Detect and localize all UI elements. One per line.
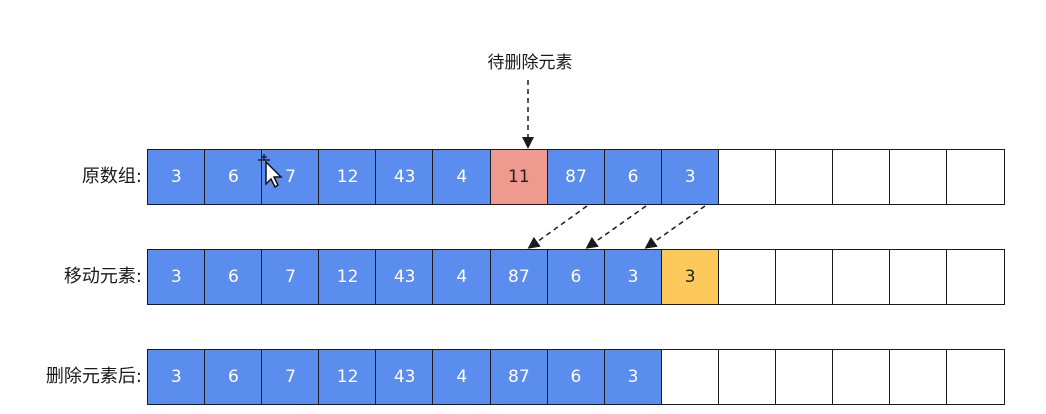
shift-arrow-3 bbox=[644, 205, 706, 249]
array-cell: 7 bbox=[261, 249, 320, 305]
array-cell: 43 bbox=[375, 249, 434, 305]
array-moved: 3 6 7 12 43 4 87 6 3 3 bbox=[147, 249, 1005, 305]
array-cell: 6 bbox=[204, 349, 263, 405]
array-cell: 3 bbox=[147, 249, 206, 305]
array-cell: 12 bbox=[318, 349, 377, 405]
array-cell bbox=[889, 149, 948, 205]
array-deletion-diagram: 待删除元素 原数组: 3 6 7 12 43 4 11 87 6 3 移动元素: 3 6 7 12 43 4… bbox=[0, 0, 1046, 414]
array-cell bbox=[832, 149, 891, 205]
array-cell: 12 bbox=[318, 149, 377, 205]
array-cell bbox=[889, 349, 948, 405]
array-cell: 11 bbox=[489, 149, 549, 205]
array-cell: 6 bbox=[546, 349, 606, 405]
array-cell: 87 bbox=[546, 149, 606, 205]
array-cell: 43 bbox=[375, 149, 434, 205]
array-cell: 43 bbox=[375, 349, 434, 405]
array-cell: 87 bbox=[489, 349, 549, 405]
array-cell bbox=[775, 249, 834, 305]
array-cell: 3 bbox=[660, 149, 720, 205]
row-label-move: 移动元素: bbox=[63, 266, 142, 287]
array-cell: 4 bbox=[432, 249, 492, 305]
array-cell bbox=[832, 349, 891, 405]
shift-arrow-87 bbox=[527, 205, 588, 249]
array-cell bbox=[946, 249, 1005, 305]
row-label-original: 原数组: bbox=[81, 166, 142, 187]
move-cursor-icon bbox=[258, 154, 283, 188]
array-cell: 6 bbox=[546, 249, 606, 305]
array-cell: 6 bbox=[204, 249, 263, 305]
array-cell: 3 bbox=[603, 249, 663, 305]
array-cell: 87 bbox=[489, 249, 549, 305]
array-cell: 4 bbox=[432, 149, 492, 205]
array-cell: 7 bbox=[261, 349, 320, 405]
array-cell bbox=[717, 249, 777, 305]
array-after-delete: 3 6 7 12 43 4 87 6 3 bbox=[147, 349, 1005, 405]
array-cell: 3 bbox=[147, 349, 206, 405]
pending-delete-label: 待删除元素 bbox=[487, 53, 573, 73]
array-cell bbox=[946, 149, 1005, 205]
array-cell bbox=[832, 249, 891, 305]
row-label-after-delete: 删除元素后: bbox=[45, 366, 142, 387]
array-cell: 6 bbox=[603, 149, 663, 205]
array-cell bbox=[717, 149, 777, 205]
array-cell: 3 bbox=[603, 349, 663, 405]
array-cell bbox=[775, 349, 834, 405]
array-cell bbox=[946, 349, 1005, 405]
array-cell bbox=[775, 149, 834, 205]
array-cell: 3 bbox=[660, 249, 720, 305]
array-cell bbox=[889, 249, 948, 305]
array-cell bbox=[660, 349, 720, 405]
array-cell: 3 bbox=[147, 149, 206, 205]
array-cell bbox=[717, 349, 777, 405]
array-cell: 4 bbox=[432, 349, 492, 405]
array-cell: 12 bbox=[318, 249, 377, 305]
shift-arrow-6 bbox=[585, 205, 647, 249]
